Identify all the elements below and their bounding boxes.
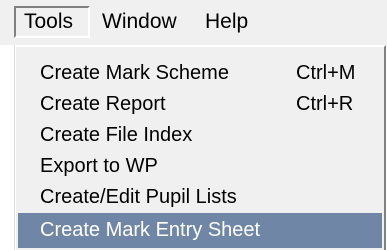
menu-item-create-file-index[interactable]: Create File Index	[18, 120, 382, 151]
menu-item-label: Create File Index	[40, 124, 193, 146]
menu-item-label: Export to WP	[40, 155, 158, 177]
menu-item-shortcut: Ctrl+M	[296, 62, 356, 84]
menu-item-create-report[interactable]: Create Report Ctrl+R	[18, 89, 382, 120]
menu-window[interactable]: Window	[93, 6, 186, 38]
menu-bar: Tools Window Help	[0, 0, 387, 45]
menu-item-label: Create Report	[40, 93, 166, 115]
menu-item-shortcut: Ctrl+R	[296, 93, 354, 115]
menu-item-export-to-wp[interactable]: Export to WP	[18, 151, 382, 182]
menu-item-label: Create/Edit Pupil Lists	[40, 186, 237, 208]
menu-item-create-mark-scheme[interactable]: Create Mark Scheme Ctrl+M	[18, 58, 382, 89]
menu-item-create-mark-entry-sheet[interactable]: Create Mark Entry Sheet	[18, 213, 382, 248]
menu-item-create-edit-pupil-lists[interactable]: Create/Edit Pupil Lists	[18, 182, 382, 213]
menu-item-label: Create Mark Scheme	[40, 62, 229, 84]
menu-tools[interactable]: Tools	[14, 6, 90, 38]
tools-dropdown-menu: Create Mark Scheme Ctrl+M Create Report …	[14, 45, 386, 250]
menu-item-label: Create Mark Entry Sheet	[40, 219, 261, 241]
menu-help[interactable]: Help	[196, 6, 257, 38]
